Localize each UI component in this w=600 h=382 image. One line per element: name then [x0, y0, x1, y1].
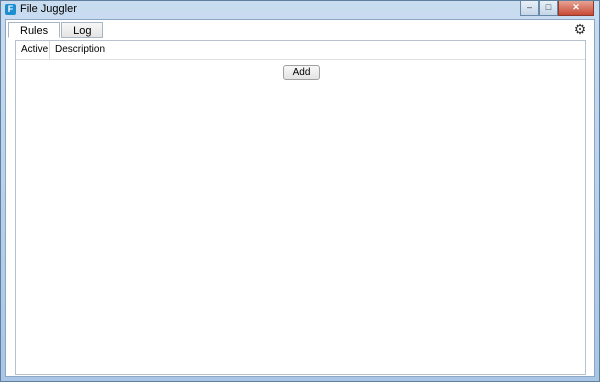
- app-window: F File Juggler – □ ✕ Rules Log ⚙ Active …: [0, 0, 600, 382]
- tab-bar: Rules Log: [8, 22, 104, 39]
- window-title: File Juggler: [20, 3, 77, 15]
- tab-log[interactable]: Log: [61, 22, 104, 38]
- caption-buttons: – □ ✕: [520, 1, 594, 17]
- tab-rules[interactable]: Rules: [8, 22, 61, 38]
- app-icon: F: [5, 4, 16, 15]
- close-button[interactable]: ✕: [558, 1, 594, 16]
- client-area: Rules Log ⚙ Active Description Add: [5, 19, 595, 377]
- minimize-button[interactable]: –: [520, 1, 539, 16]
- gear-icon[interactable]: ⚙: [573, 22, 587, 36]
- add-rule-button[interactable]: Add: [283, 65, 320, 80]
- column-header-active[interactable]: Active: [16, 41, 50, 59]
- rules-table-header: Active Description: [16, 41, 585, 60]
- title-bar[interactable]: F File Juggler – □ ✕: [1, 1, 599, 18]
- rules-panel: Active Description Add: [15, 40, 586, 375]
- maximize-button[interactable]: □: [539, 1, 558, 16]
- column-header-description[interactable]: Description: [50, 41, 170, 59]
